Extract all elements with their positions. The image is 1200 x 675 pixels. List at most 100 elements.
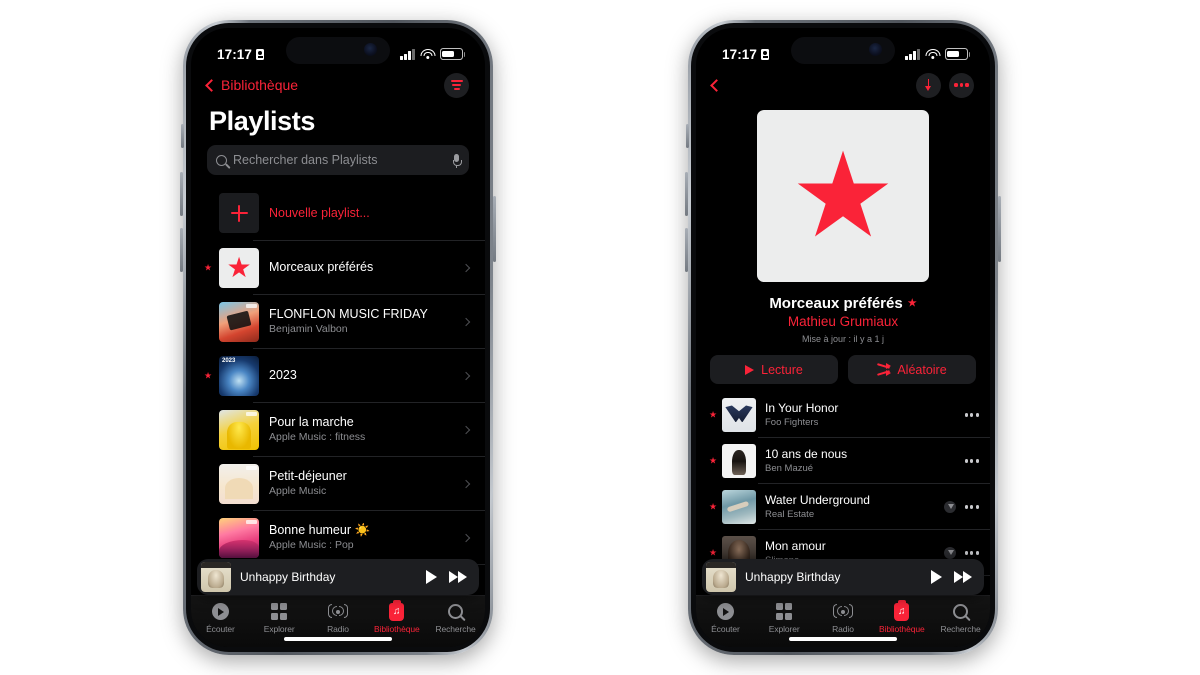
playlist-row-pour-la-marche[interactable]: Pour la marche Apple Music : fitness	[191, 403, 485, 457]
playlist-row-flonflon[interactable]: FLONFLON MUSIC FRIDAY Benjamin Valbon	[191, 295, 485, 349]
power-button[interactable]	[493, 196, 496, 262]
status-bar-right	[400, 48, 466, 60]
playlist-row-2023[interactable]: ★ 2023	[191, 349, 485, 403]
star-icon: ★	[226, 252, 252, 283]
playlist-title: Morceaux préférés	[269, 260, 374, 275]
playlist-title: Morceaux préférés ★	[769, 295, 916, 312]
nav-bar-right	[696, 70, 990, 100]
home-indicator[interactable]	[789, 637, 897, 641]
fast-forward-icon[interactable]	[954, 571, 972, 583]
playlist-artwork	[219, 518, 259, 558]
microphone-icon[interactable]	[453, 154, 462, 168]
playlist-row-petit-dejeuner[interactable]: Petit-déjeuner Apple Music	[191, 457, 485, 511]
track-more-icon[interactable]	[964, 551, 979, 555]
status-time: 17:17	[217, 46, 253, 62]
tab-label: Recherche	[435, 624, 476, 634]
play-icon[interactable]	[931, 570, 942, 584]
back-button[interactable]	[710, 78, 723, 92]
new-playlist-button[interactable]: Nouvelle playlist...	[191, 185, 485, 241]
back-button[interactable]: Bibliothèque	[205, 77, 299, 93]
status-bar: 17:17	[696, 28, 990, 70]
chevron-right-icon	[461, 425, 471, 435]
screen-right: 17:17 ★ Morceaux préférés ★ Mathieu Grum…	[696, 28, 990, 647]
shuffle-button[interactable]: Aléatoire	[848, 355, 976, 384]
track-list: ★ In Your Honor Foo Fighters ★ 10 ans de…	[696, 392, 990, 576]
tab-explorer[interactable]: Explorer	[755, 602, 814, 634]
play-icon[interactable]	[426, 570, 437, 584]
search-input[interactable]: Rechercher dans Playlists	[207, 145, 469, 175]
front-camera-icon	[364, 43, 377, 56]
chevron-right-icon	[461, 317, 471, 327]
volume-up-button[interactable]	[180, 172, 183, 216]
library-icon: ♫	[389, 600, 405, 621]
star-marker-icon: ★	[709, 455, 718, 466]
back-button-label: Bibliothèque	[221, 77, 299, 93]
mute-switch[interactable]	[686, 124, 689, 148]
more-options-button[interactable]	[949, 72, 974, 98]
playlist-text: 2023	[269, 368, 453, 384]
search-container: Rechercher dans Playlists	[191, 145, 485, 185]
track-artwork	[722, 490, 756, 524]
volume-down-button[interactable]	[685, 228, 688, 272]
mini-player[interactable]: Unhappy Birthday	[197, 559, 479, 595]
playlist-text: FLONFLON MUSIC FRIDAY Benjamin Valbon	[269, 307, 453, 337]
playlist-artwork-large: ★	[757, 110, 929, 282]
track-text: Water Underground Real Estate	[765, 493, 935, 521]
tab-recherche[interactable]: Recherche	[426, 602, 485, 634]
tab-label: Explorer	[263, 624, 295, 634]
volume-down-button[interactable]	[180, 228, 183, 272]
mini-player-title: Unhappy Birthday	[240, 570, 336, 584]
track-row-water-underground[interactable]: ★ Water Underground Real Estate	[696, 484, 990, 530]
nav-actions	[916, 72, 974, 98]
playlist-title: Pour la marche	[269, 414, 354, 429]
playlist-artwork	[219, 302, 259, 342]
tab-recherche[interactable]: Recherche	[931, 602, 990, 634]
tab-bibliotheque[interactable]: ♫ Bibliothèque	[367, 600, 426, 634]
radio-icon	[327, 602, 348, 621]
fast-forward-icon[interactable]	[449, 571, 467, 583]
mini-player[interactable]: Unhappy Birthday	[702, 559, 984, 595]
tab-ecouter[interactable]: Écouter	[696, 602, 755, 634]
status-bar: 17:17	[191, 28, 485, 70]
battery-icon	[945, 48, 971, 60]
filter-sort-button[interactable]	[444, 72, 469, 98]
mute-switch[interactable]	[181, 124, 184, 148]
play-button[interactable]: Lecture	[710, 355, 838, 384]
mini-player-title: Unhappy Birthday	[745, 570, 841, 584]
download-track-icon[interactable]	[943, 547, 956, 559]
track-more-icon[interactable]	[964, 413, 979, 417]
playlist-row-morceaux-preferes[interactable]: ★ ★ Morceaux préférés	[191, 241, 485, 295]
home-indicator[interactable]	[284, 637, 392, 641]
track-row-10-ans-de-nous[interactable]: ★ 10 ans de nous Ben Mazué	[696, 438, 990, 484]
download-button[interactable]	[916, 72, 941, 98]
track-artwork	[722, 398, 756, 432]
playlist-title-text: Morceaux préférés	[769, 295, 903, 312]
playlist-title: Bonne humeur ☀️	[269, 522, 371, 537]
search-icon	[448, 602, 464, 621]
radio-icon	[832, 602, 853, 621]
status-bar-right	[905, 48, 971, 60]
shuffle-button-label: Aléatoire	[897, 362, 947, 377]
phone-right: 17:17 ★ Morceaux préférés ★ Mathieu Grum…	[685, 20, 1001, 655]
tab-radio[interactable]: Radio	[309, 602, 368, 634]
playlist-subtitle: Apple Music	[269, 485, 327, 498]
play-button-label: Lecture	[761, 362, 803, 377]
play-icon	[745, 364, 755, 375]
track-more-icon[interactable]	[964, 459, 979, 463]
star-marker-icon: ★	[709, 409, 718, 420]
playlist-row-bonne-humeur[interactable]: Bonne humeur ☀️ Apple Music : Pop	[191, 511, 485, 565]
download-track-icon[interactable]	[943, 501, 956, 513]
playlist-owner[interactable]: Mathieu Grumiaux	[788, 314, 898, 329]
playlist-title: FLONFLON MUSIC FRIDAY	[269, 306, 428, 321]
tab-ecouter[interactable]: Écouter	[191, 602, 250, 634]
tab-radio[interactable]: Radio	[814, 602, 873, 634]
track-text: In Your Honor Foo Fighters	[765, 401, 956, 429]
tab-bibliotheque[interactable]: ♫ Bibliothèque	[872, 600, 931, 634]
browse-grid-icon	[776, 602, 793, 621]
playlist-text: Bonne humeur ☀️ Apple Music : Pop	[269, 523, 453, 553]
volume-up-button[interactable]	[685, 172, 688, 216]
track-row-in-your-honor[interactable]: ★ In Your Honor Foo Fighters	[696, 392, 990, 438]
track-more-icon[interactable]	[964, 505, 979, 509]
tab-explorer[interactable]: Explorer	[250, 602, 309, 634]
power-button[interactable]	[998, 196, 1001, 262]
